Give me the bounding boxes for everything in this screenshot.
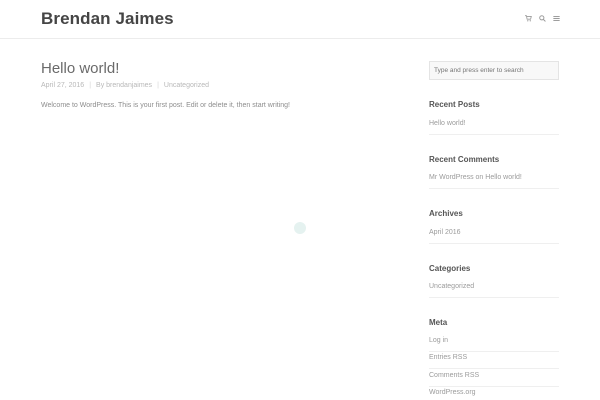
post-author[interactable]: By brendanjaimes <box>96 82 152 89</box>
widget-title-meta: Meta <box>429 318 448 327</box>
category-link[interactable]: Uncategorized <box>429 283 559 298</box>
widget-title-archives: Archives <box>429 209 463 218</box>
post-excerpt: Welcome to WordPress. This is your first… <box>41 102 290 109</box>
widget-title-recent-posts: Recent Posts <box>429 100 480 109</box>
meta-link-entries-rss[interactable]: Entries RSS <box>429 354 559 369</box>
meta-link-wordpress-org[interactable]: WordPress.org <box>429 389 559 400</box>
cart-icon[interactable] <box>525 14 532 23</box>
archive-link[interactable]: April 2016 <box>429 229 559 244</box>
meta-separator: | <box>157 82 159 89</box>
post-title[interactable]: Hello world! <box>41 60 119 77</box>
site-title[interactable]: Brendan Jaimes <box>41 9 174 29</box>
loading-spinner <box>294 222 306 234</box>
post-meta: April 27, 2016 | By brendanjaimes | Unca… <box>41 82 209 89</box>
recent-comment-link[interactable]: Mr WordPress on Hello world! <box>429 174 559 189</box>
search-icon[interactable] <box>539 14 546 23</box>
header-icons <box>525 14 560 23</box>
search-input[interactable] <box>429 61 559 80</box>
site-header: Brendan Jaimes <box>0 0 600 39</box>
recent-post-link[interactable]: Hello world! <box>429 120 559 135</box>
post-date[interactable]: April 27, 2016 <box>41 82 84 89</box>
widget-title-categories: Categories <box>429 264 471 273</box>
meta-link-comments-rss[interactable]: Comments RSS <box>429 372 559 387</box>
post-category[interactable]: Uncategorized <box>164 82 209 89</box>
meta-link-login[interactable]: Log in <box>429 337 559 352</box>
menu-icon[interactable] <box>553 14 560 23</box>
sidebar <box>429 59 559 80</box>
meta-separator: | <box>89 82 92 89</box>
widget-title-recent-comments: Recent Comments <box>429 155 500 164</box>
